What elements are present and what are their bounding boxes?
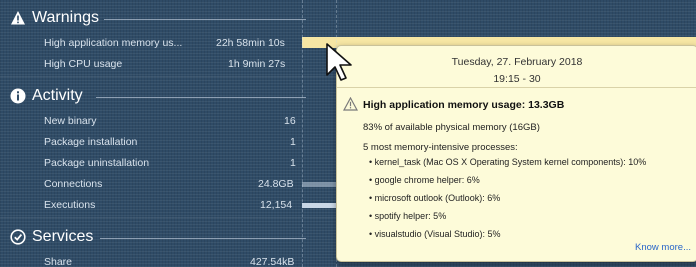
warning-label-memory: High application memory us... xyxy=(44,37,183,49)
memory-warning-tooltip: Tuesday, 27. February 2018 19:15 - 30 Hi… xyxy=(336,45,696,262)
services-title: Services xyxy=(32,228,94,245)
activity-value-package-uninstallation: 1 xyxy=(290,157,296,169)
know-more-link[interactable]: Know more... xyxy=(635,242,691,253)
warnings-rule xyxy=(104,19,306,20)
tooltip-date: Tuesday, 27. February 2018 xyxy=(451,56,583,68)
services-section-header: Services xyxy=(10,227,306,247)
tooltip-title: High application memory usage: 13.3GB xyxy=(363,99,565,111)
activity-row-new-binary[interactable]: New binary 16 xyxy=(44,113,300,129)
warning-row-memory[interactable]: High application memory us... 22h 58min … xyxy=(44,35,300,51)
activity-row-package-installation[interactable]: Package installation 1 xyxy=(44,134,300,150)
process-list-item-label: kernel_task (Mac OS X Operating System k… xyxy=(374,157,647,167)
activity-row-executions[interactable]: Executions 12,154 xyxy=(44,197,300,213)
warning-row-cpu[interactable]: High CPU usage 1h 9min 27s xyxy=(44,56,300,72)
activity-value-package-installation: 1 xyxy=(290,136,296,148)
activity-label-executions: Executions xyxy=(44,199,96,211)
activity-value-executions: 12,154 xyxy=(260,199,293,211)
process-list-item-label: microsoft outlook (Outlook): 6% xyxy=(374,193,501,203)
tooltip-time-range: 19:15 - 30 xyxy=(493,73,541,85)
process-list-item-label: visualstudio (Visual Studio): 5% xyxy=(374,229,501,239)
activity-row-connections[interactable]: Connections 24.8GB xyxy=(44,176,300,192)
process-list-item: • kernel_task (Mac OS X Operating System… xyxy=(369,157,647,167)
process-list-item-label: google chrome helper: 6% xyxy=(374,175,480,185)
warning-icon xyxy=(11,11,25,25)
activity-value-connections: 24.8GB xyxy=(258,178,294,190)
activity-row-package-uninstallation[interactable]: Package uninstallation 1 xyxy=(44,155,300,171)
warnings-section-header: Warnings xyxy=(10,8,306,28)
check-circle-icon xyxy=(10,229,26,245)
activity-title: Activity xyxy=(32,87,83,104)
service-row-share[interactable]: Share 427.54kB xyxy=(44,254,300,267)
activity-label-new-binary: New binary xyxy=(44,115,97,127)
service-label-share: Share xyxy=(44,256,73,267)
warning-value-cpu: 1h 9min 27s xyxy=(228,58,286,70)
insights-panel: Warnings High application memory us... 2… xyxy=(0,0,696,267)
activity-label-connections: Connections xyxy=(44,178,103,190)
activity-label-package-installation: Package installation xyxy=(44,136,138,148)
process-list-item: • spotify helper: 5% xyxy=(369,211,447,221)
warnings-title: Warnings xyxy=(32,9,99,26)
warning-label-cpu: High CPU usage xyxy=(44,58,123,70)
mouse-pointer-icon xyxy=(326,43,352,81)
activity-label-package-uninstallation: Package uninstallation xyxy=(44,157,150,169)
tooltip-memory-summary: 83% of available physical memory (16GB) xyxy=(363,122,540,133)
service-value-share: 427.54kB xyxy=(250,256,295,267)
process-list-item: • visualstudio (Visual Studio): 5% xyxy=(369,229,501,239)
process-list-item: • google chrome helper: 6% xyxy=(369,175,480,185)
activity-rule xyxy=(96,97,306,98)
activity-value-new-binary: 16 xyxy=(284,115,296,127)
services-rule xyxy=(100,238,306,239)
warning-icon xyxy=(343,97,358,111)
executions-timeline-bar[interactable] xyxy=(302,203,336,208)
process-list-item-label: spotify helper: 5% xyxy=(374,211,447,221)
activity-section-header: Activity xyxy=(10,86,306,106)
timeline-guide-line xyxy=(302,0,303,267)
warning-value-memory: 22h 58min 10s xyxy=(216,37,285,49)
connections-timeline-bar[interactable] xyxy=(302,182,336,187)
tooltip-processes-heading: 5 most memory-intensive processes: xyxy=(363,142,518,153)
info-icon xyxy=(10,88,26,104)
tooltip-divider xyxy=(337,87,696,88)
process-list-item: • microsoft outlook (Outlook): 6% xyxy=(369,193,501,203)
